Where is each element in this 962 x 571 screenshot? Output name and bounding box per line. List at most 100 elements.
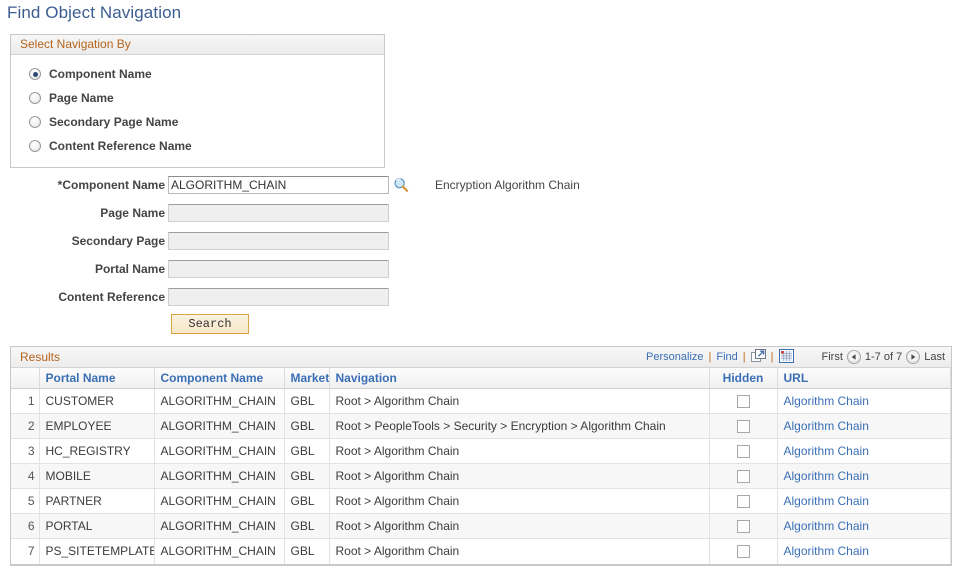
previous-page-icon[interactable] [846, 350, 861, 364]
form-row-0: *Component Name Encryption Algorithm Chai… [0, 174, 962, 195]
results-table-head: Portal Name Component Name Market Navigatio… [11, 368, 951, 389]
hidden-checkbox[interactable] [736, 470, 750, 484]
cell-url: Algorithm Chain [777, 413, 951, 439]
form-field-label: *Component Name [57, 177, 165, 192]
column-header-portal[interactable]: Portal Name [39, 368, 155, 389]
url-link[interactable]: Algorithm Chain [784, 519, 869, 533]
column-header-component[interactable]: Component Name [154, 368, 285, 389]
table-row: 4 MOBILE ALGORITHM_CHAIN GBL Root > Algorith… [11, 463, 951, 489]
cell-num: 1 [11, 388, 40, 414]
cell-component: ALGORITHM_CHAIN [154, 463, 285, 489]
cell-num: 2 [11, 413, 40, 439]
hidden-checkbox[interactable] [736, 445, 750, 459]
pager-first-link[interactable]: First [822, 351, 843, 363]
cell-market: GBL [284, 438, 330, 464]
results-table-body: 1 CUSTOMER ALGORITHM_CHAIN GBL Root > Algori… [11, 388, 951, 564]
form-row-3: Portal Name [0, 258, 962, 279]
cell-navigation: Root > Algorithm Chain [329, 538, 710, 564]
radio-option-2[interactable]: Secondary Page Name [11, 110, 384, 134]
cell-navigation: Root > PeopleTools > Security > Encrypti… [329, 413, 710, 439]
url-link[interactable]: Algorithm Chain [784, 419, 869, 433]
column-header-num [11, 368, 40, 389]
radio-button-icon[interactable] [29, 116, 41, 128]
radio-button-icon[interactable] [29, 68, 41, 80]
next-page-icon[interactable] [906, 350, 921, 364]
cell-market: GBL [284, 413, 330, 439]
column-header-navigation[interactable]: Navigation [329, 368, 710, 389]
cell-navigation: Root > Algorithm Chain [329, 513, 710, 539]
form-row-4: Content Reference [0, 286, 962, 307]
radio-group: Component Name Page Name Secondary Page Na… [11, 55, 384, 167]
cell-portal: PORTAL [39, 513, 155, 539]
url-link[interactable]: Algorithm Chain [784, 394, 869, 408]
cell-portal: PARTNER [39, 488, 155, 514]
cell-url: Algorithm Chain [777, 538, 951, 564]
cell-component: ALGORITHM_CHAIN [154, 538, 285, 564]
download-spreadsheet-icon[interactable] [778, 348, 794, 366]
url-link[interactable]: Algorithm Chain [784, 469, 869, 483]
radio-option-label: Page Name [49, 91, 114, 105]
results-header: Results Personalize | Find | | First 1-7… [11, 347, 951, 368]
radio-option-1[interactable]: Page Name [11, 86, 384, 110]
radio-option-label: Secondary Page Name [49, 115, 179, 129]
new-window-icon[interactable] [750, 348, 766, 366]
radio-button-icon[interactable] [29, 140, 41, 152]
find-link[interactable]: Find [716, 351, 737, 363]
cell-hidden [709, 513, 778, 539]
url-link[interactable]: Algorithm Chain [784, 444, 869, 458]
toolbar-separator-2: | [742, 351, 746, 363]
form-row-2: Secondary Page [0, 230, 962, 251]
pager-range-text: 1-7 of 7 [864, 351, 903, 363]
hidden-checkbox[interactable] [736, 395, 750, 409]
form-row-1: Page Name [0, 202, 962, 223]
cell-num: 5 [11, 488, 40, 514]
hidden-checkbox[interactable] [736, 545, 750, 559]
select-navigation-by-group: Select Navigation By Component Name Page … [10, 34, 385, 168]
cell-url: Algorithm Chain [777, 488, 951, 514]
personalize-link[interactable]: Personalize [646, 351, 703, 363]
table-row: 6 PORTAL ALGORITHM_CHAIN GBL Root > Algorith… [11, 513, 951, 539]
toolbar-separator-3: | [770, 351, 774, 363]
cell-market: GBL [284, 463, 330, 489]
table-header-row: Portal Name Component Name Market Navigatio… [11, 368, 951, 389]
lookup-magnifier-icon[interactable] [393, 177, 409, 193]
cell-hidden [709, 413, 778, 439]
cell-market: GBL [284, 488, 330, 514]
cell-url: Algorithm Chain [777, 463, 951, 489]
toolbar-separator-1: | [708, 351, 712, 363]
cell-navigation: Root > Algorithm Chain [329, 388, 710, 414]
hidden-checkbox[interactable] [736, 495, 750, 509]
search-form: *Component Name Encryption Algorithm Chai… [0, 174, 962, 334]
cell-component: ALGORITHM_CHAIN [154, 488, 285, 514]
cell-num: 7 [11, 538, 40, 564]
table-row: 1 CUSTOMER ALGORITHM_CHAIN GBL Root > Algori… [11, 388, 951, 414]
column-header-market[interactable]: Market [284, 368, 330, 389]
column-header-url[interactable]: URL [777, 368, 951, 389]
hidden-checkbox[interactable] [736, 420, 750, 434]
field-input-0[interactable] [168, 175, 389, 194]
pager-last-link[interactable]: Last [924, 351, 945, 363]
radio-button-icon[interactable] [29, 92, 41, 104]
radio-option-3[interactable]: Content Reference Name [11, 134, 384, 158]
cell-component: ALGORITHM_CHAIN [154, 513, 285, 539]
cell-portal: HC_REGISTRY [39, 438, 155, 464]
form-field-label: Content Reference [58, 289, 165, 304]
cell-navigation: Root > Algorithm Chain [329, 438, 710, 464]
field-input-4 [168, 287, 389, 306]
form-field-label: Page Name [100, 205, 165, 220]
url-link[interactable]: Algorithm Chain [784, 494, 869, 508]
form-field-label: Secondary Page [71, 233, 165, 248]
cell-component: ALGORITHM_CHAIN [154, 413, 285, 439]
results-title: Results [20, 350, 61, 364]
cell-portal: PS_SITETEMPLATE [39, 538, 155, 564]
column-header-hidden[interactable]: Hidden [709, 368, 778, 389]
hidden-checkbox[interactable] [736, 520, 750, 534]
table-row: 5 PARTNER ALGORITHM_CHAIN GBL Root > Algorit… [11, 488, 951, 514]
url-link[interactable]: Algorithm Chain [784, 544, 869, 558]
cell-hidden [709, 388, 778, 414]
radio-option-0[interactable]: Component Name [11, 62, 384, 86]
search-button[interactable]: Search [171, 314, 249, 334]
field-input-1 [168, 203, 389, 222]
cell-market: GBL [284, 388, 330, 414]
cell-num: 6 [11, 513, 40, 539]
